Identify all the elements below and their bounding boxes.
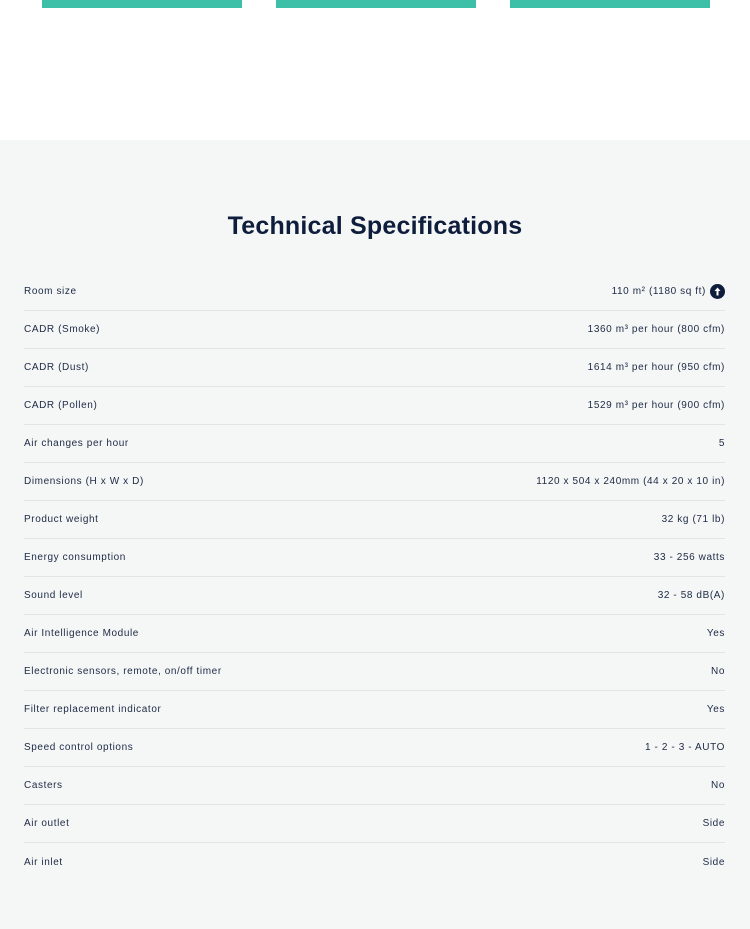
spec-label: Air outlet (24, 818, 70, 829)
info-circle-icon[interactable] (710, 284, 725, 299)
spec-value: 110 m² (1180 sq ft) (611, 286, 706, 297)
spec-row-air-intelligence-module: Air Intelligence Module Yes (24, 615, 725, 653)
spec-value: Side (702, 818, 725, 829)
spec-label: Air inlet (24, 856, 63, 868)
spec-value: Side (702, 856, 725, 868)
spec-row-electronic-sensors: Electronic sensors, remote, on/off timer… (24, 653, 725, 691)
spec-value: 32 kg (71 lb) (661, 514, 725, 525)
spec-value: No (711, 666, 725, 677)
spec-label: Energy consumption (24, 552, 126, 563)
spec-row-cadr-dust: CADR (Dust) 1614 m³ per hour (950 cfm) (24, 349, 725, 387)
spec-row-room-size: Room size 110 m² (1180 sq ft) (24, 273, 725, 311)
teal-button-3[interactable] (510, 0, 710, 8)
spec-value: 5 (718, 438, 725, 449)
spec-label: Dimensions (H x W x D) (24, 476, 144, 487)
spec-row-casters: Casters No (24, 767, 725, 805)
spec-row-product-weight: Product weight 32 kg (71 lb) (24, 501, 725, 539)
spec-label: Air changes per hour (24, 438, 129, 449)
spec-row-sound-level: Sound level 32 - 58 dB(A) (24, 577, 725, 615)
spec-row-cadr-pollen: CADR (Pollen) 1529 m³ per hour (900 cfm) (24, 387, 725, 425)
spec-row-cadr-smoke: CADR (Smoke) 1360 m³ per hour (800 cfm) (24, 311, 725, 349)
spec-row-air-inlet: Air inlet Side (24, 843, 725, 881)
spec-label: Electronic sensors, remote, on/off timer (24, 666, 222, 677)
spec-label: Filter replacement indicator (24, 704, 162, 715)
spec-value: 33 - 256 watts (653, 552, 725, 563)
spec-value: 32 - 58 dB(A) (657, 590, 725, 601)
spec-row-filter-replacement-indicator: Filter replacement indicator Yes (24, 691, 725, 729)
spec-label: CADR (Pollen) (24, 400, 98, 411)
spec-value: Yes (706, 704, 725, 715)
spec-value: 1614 m³ per hour (950 cfm) (587, 362, 725, 373)
spec-value-wrapper: 110 m² (1180 sq ft) (612, 284, 725, 299)
teal-button-1[interactable] (42, 0, 242, 8)
spec-value: 1120 x 504 x 240mm (44 x 20 x 10 in) (536, 476, 725, 487)
specs-title: Technical Specifications (227, 212, 523, 240)
spec-label: Casters (24, 780, 63, 791)
spec-label: Speed control options (24, 742, 134, 753)
spec-value: 1 - 2 - 3 - AUTO (645, 742, 725, 753)
spec-label: CADR (Dust) (24, 362, 89, 373)
spec-table: Room size 110 m² (1180 sq ft) CADR (Smok… (24, 273, 725, 881)
spec-label: Air Intelligence Module (24, 628, 139, 639)
technical-specifications-section: Technical Specifications Room size 110 m… (0, 140, 750, 929)
spec-row-speed-control-options: Speed control options 1 - 2 - 3 - AUTO (24, 729, 725, 767)
spec-label: CADR (Smoke) (24, 324, 101, 335)
spec-value: 1529 m³ per hour (900 cfm) (587, 400, 725, 411)
spec-value: 1360 m³ per hour (800 cfm) (587, 324, 725, 335)
spec-row-air-changes: Air changes per hour 5 (24, 425, 725, 463)
spec-row-air-outlet: Air outlet Side (24, 805, 725, 843)
spec-row-dimensions: Dimensions (H x W x D) 1120 x 504 x 240m… (24, 463, 725, 501)
spec-label: Sound level (24, 590, 83, 601)
spec-value: No (711, 780, 725, 791)
top-band (0, 0, 750, 140)
spec-row-energy-consumption: Energy consumption 33 - 256 watts (24, 539, 725, 577)
spec-label: Product weight (24, 514, 99, 525)
spec-value: Yes (706, 628, 725, 639)
spec-label: Room size (24, 286, 77, 297)
teal-button-2[interactable] (276, 0, 476, 8)
